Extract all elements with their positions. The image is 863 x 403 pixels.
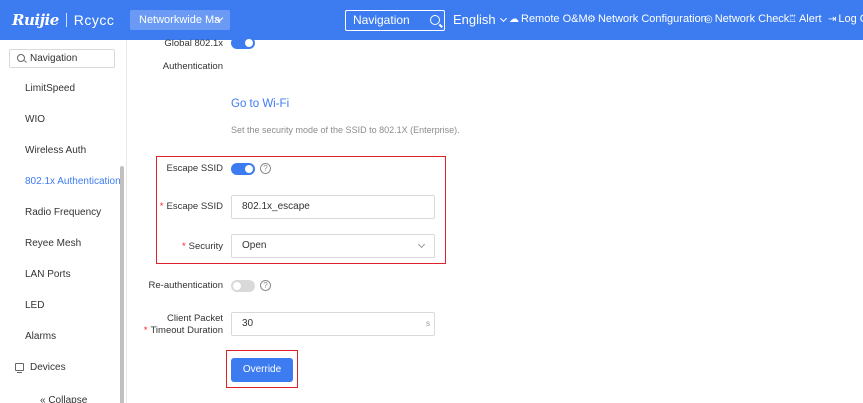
escape-ssid-value: 802.1x_escape: [242, 201, 310, 212]
go-to-wifi-link[interactable]: Go to Wi-Fi: [231, 98, 289, 110]
language-selector[interactable]: English: [453, 12, 507, 27]
network-check-label: Network Check: [714, 13, 790, 25]
reauthentication-toggle[interactable]: [231, 280, 255, 292]
language-label: English: [453, 12, 496, 27]
sidebar-item-lan-ports[interactable]: LAN Ports: [25, 269, 71, 280]
global-8021x-label-line2: Authentication: [162, 61, 223, 72]
sidebar-item-limitspeed[interactable]: LimitSpeed: [25, 83, 75, 94]
required-mark: *: [159, 201, 164, 212]
required-mark: *: [181, 241, 186, 252]
security-label: * Security: [182, 241, 223, 252]
top-bar: Ruijie Rcycc Networkwide Ma Navigation E…: [0, 0, 863, 40]
security-value: Open: [242, 240, 267, 251]
alert-label: Alert: [798, 13, 822, 25]
help-icon[interactable]: ?: [260, 280, 271, 291]
brand-divider: [65, 13, 67, 27]
network-configuration-label: Network Configuration: [597, 13, 707, 25]
brand-ruijie: Ruijie: [12, 11, 59, 29]
security-select[interactable]: Open: [231, 234, 435, 258]
network-selector[interactable]: Networkwide Ma: [130, 10, 230, 30]
alert-link[interactable]: ♖ Alert: [788, 13, 822, 25]
cloud-icon: ☁: [509, 14, 519, 25]
reauthentication-label: Re-authentication: [148, 280, 223, 291]
timeout-duration-input[interactable]: 30 s: [231, 312, 435, 336]
security-mode-hint: Set the security mode of the SSID to 802…: [231, 125, 460, 135]
sidebar-item-alarms[interactable]: Alarms: [25, 331, 56, 342]
escape-ssid-input[interactable]: 802.1x_escape: [231, 195, 435, 219]
timeout-value: 30: [242, 318, 254, 329]
sidebar-item-reyee-mesh[interactable]: Reyee Mesh: [25, 238, 81, 249]
override-button[interactable]: Override: [231, 358, 293, 382]
logout-icon: ⇥: [828, 14, 837, 25]
search-icon: [17, 54, 25, 62]
sidebar-item-wireless-auth[interactable]: Wireless Auth: [25, 145, 86, 156]
brand-reyee: Rcycc: [73, 12, 115, 28]
timeout-label-line2-text: Timeout Duration: [150, 325, 223, 336]
search-icon[interactable]: [430, 15, 440, 25]
network-icon: ⚙: [587, 14, 596, 25]
sidebar-search-text: Navigation: [30, 53, 78, 64]
help-icon[interactable]: ?: [260, 163, 271, 174]
escape-ssid-input-label-text: Escape SSID: [166, 201, 224, 212]
remote-om-link[interactable]: ☁ Remote O&M: [509, 13, 588, 25]
network-configuration-link[interactable]: ⚙ Network Configuration: [587, 13, 707, 25]
network-selector-label: Networkwide Ma: [139, 14, 221, 26]
timeout-label-line2: * Timeout Duration: [144, 325, 223, 336]
remote-om-label: Remote O&M: [521, 13, 588, 25]
collapse-button[interactable]: « Collapse: [40, 395, 87, 403]
timeout-label-line1: Client Packet: [167, 313, 223, 324]
sidebar-item-radio-frequency[interactable]: Radio Frequency: [25, 207, 101, 218]
escape-ssid-input-label: * Escape SSID: [160, 201, 223, 212]
global-8021x-label-line1: Global 802.1x: [164, 38, 223, 49]
global-8021x-toggle[interactable]: [231, 37, 255, 49]
alert-icon: ♖: [788, 14, 797, 25]
timeout-unit: s: [426, 319, 430, 328]
devices-icon: [15, 363, 24, 373]
chevron-down-icon: [499, 14, 507, 23]
brand-logo[interactable]: Ruijie Rcycc: [12, 11, 114, 29]
sidebar-item-devices[interactable]: Devices: [30, 362, 66, 373]
log-out-link[interactable]: ⇥Log O: [828, 13, 863, 25]
sidebar-item-8021x-authentication[interactable]: 802.1x Authentication: [25, 176, 121, 187]
log-out-label: Log O: [838, 13, 863, 25]
check-icon: ◎: [704, 14, 713, 25]
sidebar-search-input[interactable]: Navigation: [9, 49, 115, 68]
sidebar-item-wio[interactable]: WIO: [25, 114, 45, 125]
chevron-down-icon: [417, 240, 426, 249]
security-label-text: Security: [188, 241, 223, 252]
network-check-link[interactable]: ◎ Network Check: [704, 13, 789, 25]
escape-ssid-toggle[interactable]: [231, 163, 255, 175]
sidebar-scrollbar[interactable]: [120, 166, 124, 403]
escape-ssid-toggle-label: Escape SSID: [166, 163, 224, 174]
sidebar: Navigation LimitSpeed WIO Wireless Auth …: [0, 40, 127, 403]
navigation-search[interactable]: Navigation: [345, 10, 445, 31]
sidebar-item-led[interactable]: LED: [25, 300, 44, 311]
required-mark: *: [143, 325, 148, 336]
navigation-search-text: Navigation: [353, 13, 410, 27]
